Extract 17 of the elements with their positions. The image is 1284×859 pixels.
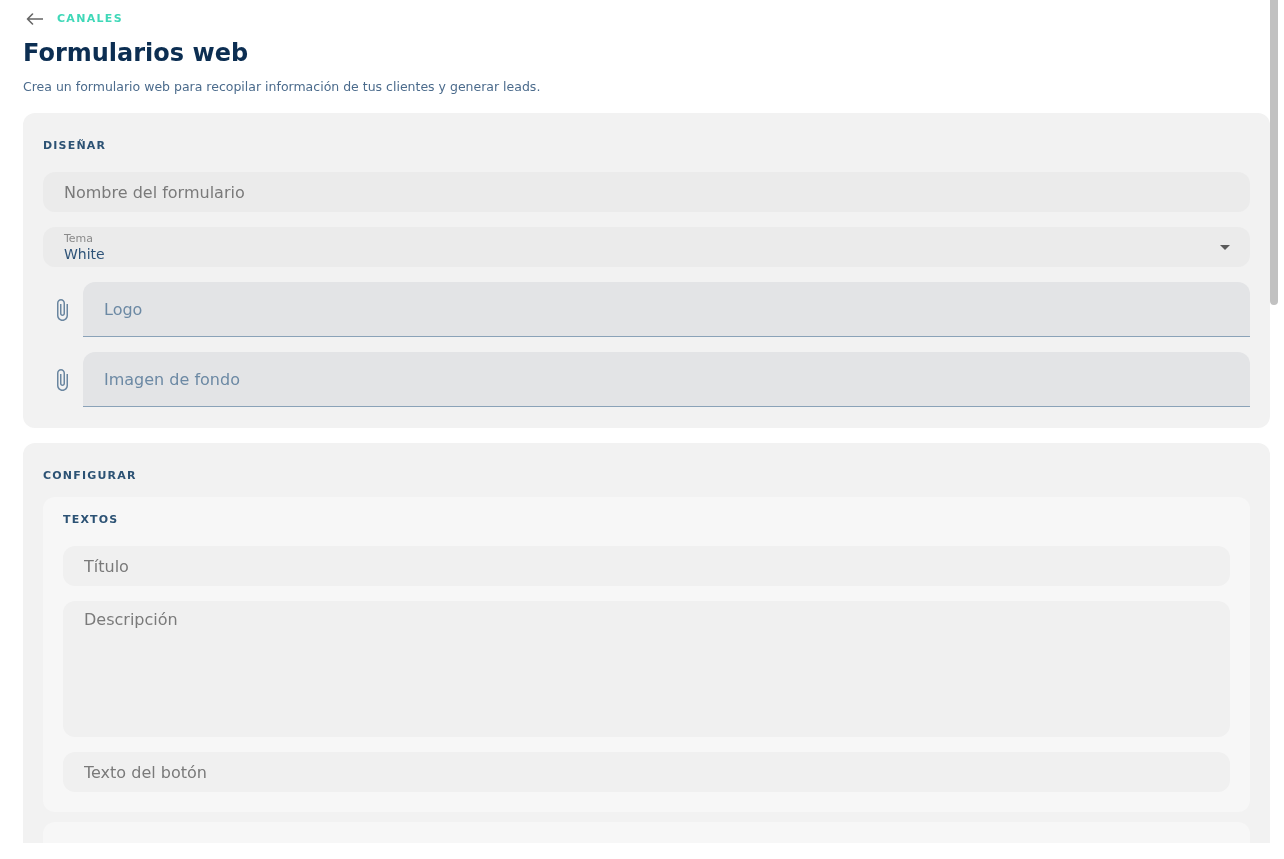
page-subtitle: Crea un formulario web para recopilar información de tus clientes y generar leads. — [23, 78, 541, 96]
file-field[interactable]: Logo — [83, 282, 1250, 337]
text-field[interactable]: Nombre del formulario — [43, 172, 1250, 212]
text-field[interactable]: Texto del botón — [63, 752, 1230, 792]
section-title: DISEÑAR — [43, 138, 107, 154]
file-field[interactable]: Imagen de fondo — [83, 352, 1250, 407]
text-field[interactable]: Título — [63, 546, 1230, 586]
paperclip-icon[interactable] — [56, 368, 68, 391]
select-field[interactable]: Tema White — [43, 227, 1250, 267]
page-title: Formularios web — [23, 38, 249, 69]
group-title: TEXTOS — [63, 512, 119, 528]
text-area[interactable]: Descripción — [63, 601, 1230, 737]
caret-icon — [1220, 244, 1230, 250]
scrollbar-thumb[interactable] — [1270, 0, 1278, 305]
back-arrow-icon[interactable] — [26, 13, 43, 25]
paperclip-icon[interactable] — [56, 298, 68, 321]
section-title: CONFIGURAR — [43, 468, 137, 484]
